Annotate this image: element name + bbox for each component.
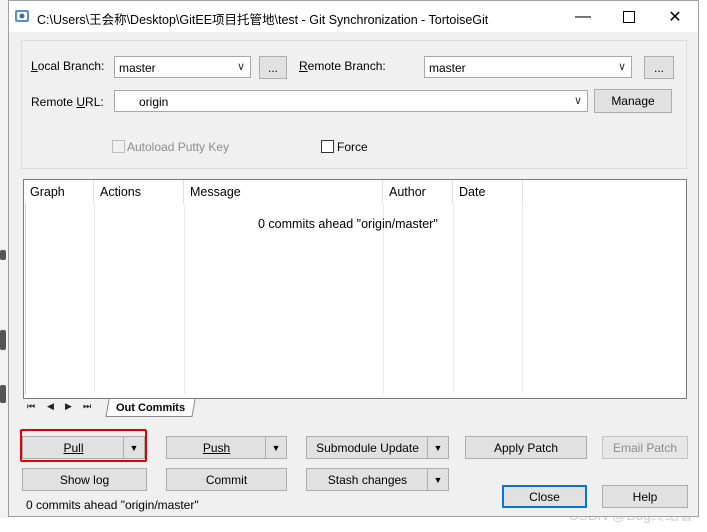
stash-changes-label[interactable]: Stash changes — [307, 469, 428, 490]
tab-bar: ⏮ ◀ ▶ ⏭ Out Commits — [23, 399, 687, 417]
show-log-button[interactable]: Show log — [22, 468, 147, 491]
column-divider — [25, 204, 26, 394]
push-button-label[interactable]: Push — [167, 437, 266, 458]
column-divider — [453, 204, 454, 394]
submodule-update-label[interactable]: Submodule Update — [307, 437, 428, 458]
tab-out-commits[interactable]: Out Commits — [105, 399, 196, 417]
submodule-update-dropdown-icon[interactable]: ▼ — [427, 437, 448, 458]
apply-patch-button[interactable]: Apply Patch — [465, 436, 587, 459]
local-branch-label-text: ocal Branch: — [37, 59, 105, 73]
force-label: Force — [337, 140, 368, 154]
column-header-author[interactable]: Author — [383, 180, 453, 204]
commit-button[interactable]: Commit — [166, 468, 287, 491]
local-branch-value: master — [119, 61, 156, 75]
autoload-putty-label: Autoload Putty Key — [127, 140, 230, 154]
column-header-actions[interactable]: Actions — [94, 180, 184, 204]
background-fragment — [0, 385, 6, 403]
column-divider — [383, 204, 384, 394]
background-fragment — [0, 250, 6, 260]
manage-button[interactable]: Manage — [594, 89, 672, 113]
column-divider — [94, 204, 95, 394]
close-button[interactable]: Close — [502, 485, 587, 508]
remote-url-value: origin — [139, 95, 169, 109]
first-tab-icon[interactable]: ⏮ — [27, 401, 35, 412]
column-header-message[interactable]: Message — [184, 180, 383, 204]
column-divider — [184, 204, 185, 394]
local-branch-label: Local Branch: — [31, 59, 105, 73]
autoload-putty-checkbox[interactable] — [112, 140, 125, 153]
push-dropdown-icon[interactable]: ▼ — [265, 437, 286, 458]
background-window-edge — [0, 0, 8, 532]
remote-branch-value: master — [429, 61, 466, 75]
commits-list[interactable]: Graph Actions Message Author Date 0 comm… — [23, 179, 687, 399]
chevron-down-icon: ∨ — [573, 95, 582, 107]
column-header-graph[interactable]: Graph — [24, 180, 94, 204]
maximize-icon[interactable] — [606, 1, 652, 32]
remote-url-label-text: Remote — [31, 95, 77, 109]
last-tab-icon[interactable]: ⏭ — [83, 401, 91, 412]
submodule-update-button[interactable]: Submodule Update ▼ — [306, 436, 449, 459]
remote-branch-label: Remote Branch: — [299, 59, 386, 73]
push-button[interactable]: Push ▼ — [166, 436, 287, 459]
column-header-date[interactable]: Date — [453, 180, 523, 204]
status-text: 0 commits ahead "origin/master" — [26, 498, 199, 512]
force-checkbox[interactable] — [321, 140, 334, 153]
highlight-annotation — [20, 429, 147, 462]
next-tab-icon[interactable]: ▶ — [65, 401, 72, 412]
empty-list-message: 0 commits ahead "origin/master" — [258, 217, 438, 231]
remote-branch-browse-button[interactable]: ... — [644, 56, 674, 79]
previous-tab-icon[interactable]: ◀ — [47, 401, 54, 412]
local-branch-browse-button[interactable]: ... — [259, 56, 287, 79]
tab-out-commits-label: Out Commits — [116, 401, 186, 414]
stash-changes-dropdown-icon[interactable]: ▼ — [427, 469, 448, 490]
remote-branch-label-text: emote Branch: — [307, 59, 386, 73]
column-divider — [522, 204, 523, 394]
background-fragment — [0, 330, 6, 350]
stash-changes-button[interactable]: Stash changes ▼ — [306, 468, 449, 491]
close-icon[interactable]: ✕ — [652, 1, 698, 32]
minimize-icon[interactable]: — — [560, 1, 606, 32]
title-bar: C:\Users\王会称\Desktop\GitEE项目托管地\test - G… — [9, 1, 698, 32]
help-button[interactable]: Help — [602, 485, 688, 508]
email-patch-button[interactable]: Email Patch — [602, 436, 688, 459]
remote-branch-combo[interactable]: master ∨ — [424, 56, 632, 78]
local-branch-combo[interactable]: master ∨ — [114, 56, 251, 78]
chevron-down-icon: ∨ — [236, 61, 245, 73]
remote-url-label: Remote URL: — [31, 95, 104, 109]
tortoisegit-app-icon — [15, 10, 29, 22]
remote-url-combo[interactable]: origin ∨ — [114, 90, 588, 112]
git-sync-dialog: C:\Users\王会称\Desktop\GitEE项目托管地\test - G… — [8, 0, 699, 517]
chevron-down-icon: ∨ — [617, 61, 626, 73]
window-title: C:\Users\王会称\Desktop\GitEE项目托管地\test - G… — [37, 13, 489, 27]
